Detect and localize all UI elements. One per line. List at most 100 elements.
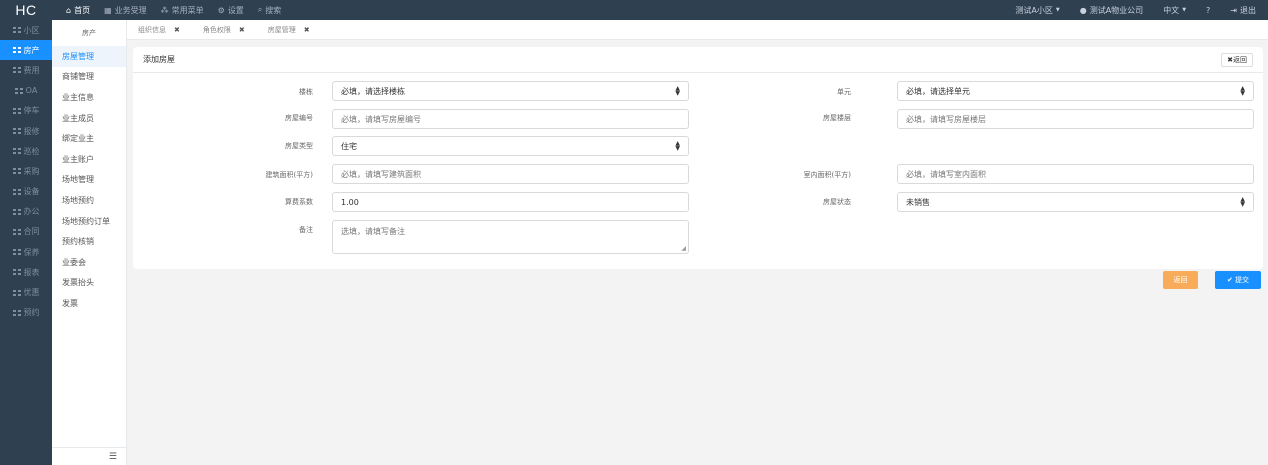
sidebar-item-oa[interactable]: OA [0,81,52,101]
nav-business[interactable]: ▦ 业务受理 [104,5,147,16]
floor-input[interactable]: 必填，请填写房屋楼层 [897,109,1254,129]
grid-icon [12,128,21,135]
language-dropdown[interactable]: 中文 ▼ [1163,5,1186,16]
sidebar-item-label: 合同 [23,227,40,237]
logout-label: 退出 [1240,5,1256,15]
grid-icon [12,289,21,296]
sidebar-item-office[interactable]: 办公 [0,202,52,222]
sidebar-item-maintenance[interactable]: 保养 [0,242,52,262]
sidebar-item-reports[interactable]: 报表 [0,262,52,282]
sidebar-item-contract[interactable]: 合同 [0,222,52,242]
grid-icon [14,87,23,94]
room-status-label: 房屋状态 [823,198,851,206]
top-right: 测试A小区 ▼ ● 测试A物业公司 中文 ▼ ? ⇥ 退出 [995,5,1268,16]
built-area-input[interactable]: 必填，请填写建筑面积 [332,164,689,184]
nav-settings-label: 设置 [227,5,244,15]
gear-icon: ⚙ [217,5,225,15]
sitemap-icon: ⁂ [160,5,169,15]
close-icon[interactable]: ✖ [239,26,245,34]
nav-business-label: 业务受理 [114,5,147,15]
unit-select[interactable]: 必填，请选择单元 ▲ ▼ [897,81,1254,101]
sidebar-item-equipment[interactable]: 设备 [0,182,52,202]
unit-select-value: 必填，请选择单元 [906,86,970,96]
nav-home[interactable]: ⌂ 首页 [66,5,90,16]
caret-down-icon: ▼ [1182,7,1187,13]
grid-icon [12,47,21,54]
submenu-item-shop-management[interactable]: 商铺管理 [52,67,126,88]
submenu-item-invoice-title[interactable]: 发票抬头 [52,273,126,294]
sidebar-item-label: 办公 [23,207,40,217]
grid-icon [12,67,21,74]
sidebar-item-label: 优惠 [23,288,40,298]
submit-button[interactable]: ✔ 提交 [1215,271,1261,289]
submenu-item-venue-management[interactable]: 场地管理 [52,170,126,191]
tab-role-permissions[interactable]: 角色权限 ✖ [203,25,245,35]
submenu-item-invoice[interactable]: 发票 [52,293,126,314]
nav-home-label: 首页 [74,5,91,15]
nav-settings[interactable]: ⚙ 设置 [218,5,244,16]
remark-placeholder: 选填，请填写备注 [341,227,405,236]
room-no-label: 房屋编号 [285,114,313,122]
sidebar-item-label: 费用 [23,65,40,75]
search-icon: ⌕ [257,5,263,14]
logout-button[interactable]: ⇥ 退出 [1230,5,1256,16]
sidebar-item-property[interactable]: 房产 [0,40,52,61]
submenu-item-owner-account[interactable]: 业主账户 [52,149,126,170]
add-room-panel: 添加房屋 ✖返回 楼栋 必填，请选择楼栋 ▲ ▼ 单元 必填，请选择单元 ▲ ▼ 房屋编… [133,47,1263,269]
logout-icon: ⇥ [1230,5,1237,15]
inner-area-label: 室内面积(平方) [803,171,851,179]
sidebar-item-label: 报修 [23,126,40,136]
building-select[interactable]: 必填，请选择楼栋 ▲ ▼ [332,81,689,101]
sidebar-item-fees[interactable]: 费用 [0,60,52,80]
submenu-item-room-management[interactable]: 房屋管理 [52,46,126,67]
sidebar-item-purchase[interactable]: 采购 [0,161,52,181]
building-select-value: 必填，请选择楼栋 [341,86,405,96]
sidebar-item-repair[interactable]: 报修 [0,121,52,141]
tab-label: 角色权限 [202,25,231,34]
nav-common-menu-label: 常用菜单 [171,5,204,15]
tab-label: 组织信息 [138,25,166,34]
room-no-input[interactable]: 必填，请填写房屋编号 [332,109,689,129]
user-menu[interactable]: ● 测试A物业公司 [1080,5,1143,16]
submenu-item-owner-info[interactable]: 业主信息 [52,87,126,108]
sidebar-item-label: 预约 [23,308,40,318]
caret-down-icon: ▼ [1055,7,1060,13]
sidebar-item-label: 设备 [23,187,40,197]
close-icon[interactable]: ✖ [304,26,310,34]
app-logo[interactable]: HC [0,2,52,18]
submenu-item-venue-orders[interactable]: 场地预约订单 [52,211,126,232]
inner-area-input[interactable]: 必填，请填写室内面积 [897,164,1254,184]
remark-textarea[interactable]: 选填，请填写备注 ◢ [332,220,689,254]
sidebar-item-parking[interactable]: 停车 [0,101,52,121]
sidebar-item-inspection[interactable]: 巡检 [0,141,52,161]
submenu-item-owner-members[interactable]: 业主成员 [52,108,126,129]
sidebar-item-community[interactable]: 小区 [0,20,52,40]
grid-icon [12,249,21,256]
fee-coefficient-input[interactable]: 1.00 [332,192,689,212]
room-status-select[interactable]: 未销售 ▲ ▼ [897,192,1254,212]
back-button[interactable]: 返回 [1163,271,1198,289]
community-dropdown[interactable]: 测试A小区 ▼ [1015,5,1059,16]
built-area-label: 建筑面积(平方) [265,171,313,179]
select-arrows-icon: ▲ ▼ [1240,196,1245,208]
resize-handle-icon[interactable]: ◢ [681,245,686,252]
panel-title: 添加房屋 [133,47,1263,73]
collapse-menu-icon[interactable]: ☰ [52,447,127,465]
grid-icon [12,228,21,235]
nav-search[interactable]: ⌕ 搜索 [258,5,281,16]
help-icon[interactable]: ? [1206,6,1210,15]
tab-room-management[interactable]: 房屋管理 ✖ [268,25,310,35]
back-button-top[interactable]: ✖返回 [1221,53,1253,67]
main-sidebar: 小区 房产 费用 OA 停车 报修 巡检 采购 设备 办公 合同 保养 报表 优… [0,20,52,465]
submenu-item-venue-booking[interactable]: 场地预约 [52,190,126,211]
submenu-item-owners-committee[interactable]: 业委会 [52,252,126,273]
sidebar-item-reservation[interactable]: 预约 [0,303,52,323]
user-label: 测试A物业公司 [1089,5,1144,15]
close-icon[interactable]: ✖ [174,26,180,34]
nav-common-menu[interactable]: ⁂ 常用菜单 [161,5,204,16]
room-type-select[interactable]: 住宅 ▲ ▼ [332,136,689,156]
submenu-item-bind-owner[interactable]: 绑定业主 [52,128,126,149]
tab-org-info[interactable]: 组织信息 ✖ [138,25,180,35]
submenu-item-booking-verify[interactable]: 预约核销 [52,231,126,252]
sidebar-item-discount[interactable]: 优惠 [0,282,52,302]
